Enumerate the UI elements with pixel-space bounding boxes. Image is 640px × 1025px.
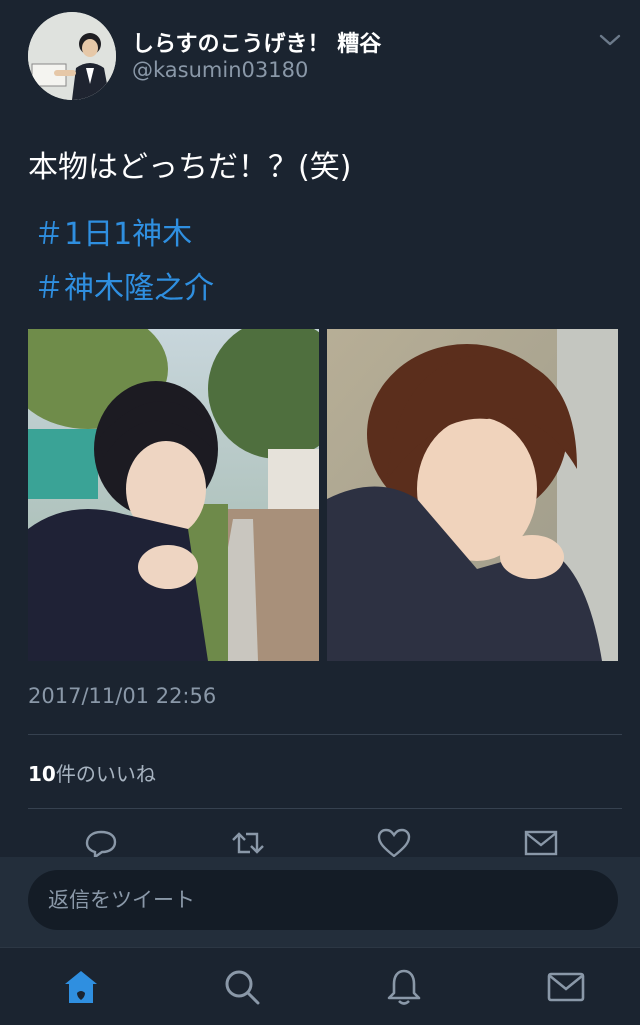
tweet-photo-left[interactable] [28,329,319,661]
user-handle[interactable]: @kasumin03180 [132,58,308,82]
notifications-icon[interactable] [384,967,424,1007]
tweet-timestamp: 2017/11/01 22:56 [28,684,217,708]
tweet-text: 本物はどっちだ！？(笑) [28,150,352,185]
divider [28,734,622,735]
home-icon[interactable] [61,967,101,1007]
chevron-down-icon[interactable] [598,30,622,50]
heart-icon[interactable] [376,828,412,858]
likes-number: 10 [28,762,56,786]
reply-icon[interactable] [83,828,119,860]
direct-message-icon[interactable] [523,828,559,858]
retweet-icon[interactable] [230,828,266,858]
display-name[interactable]: しらすのこうげき！ 糟谷 [132,26,381,58]
reply-input[interactable] [28,870,618,930]
hashtag-link[interactable]: ＃神木隆之介 [34,263,214,307]
messages-icon[interactable] [546,967,586,1007]
tweet-photo-right[interactable] [327,329,618,661]
hashtag-link[interactable]: ＃1日1神木 [34,209,192,253]
tweet-detail-screen: しらすのこうげき！ 糟谷 @kasumin03180 本物はどっちだ！？(笑) … [0,0,640,1025]
user-avatar[interactable] [28,12,116,100]
likes-count[interactable]: 10件のいいね [28,758,156,787]
divider [28,808,622,809]
search-icon[interactable] [222,967,262,1007]
likes-label: 件のいいね [55,762,156,786]
